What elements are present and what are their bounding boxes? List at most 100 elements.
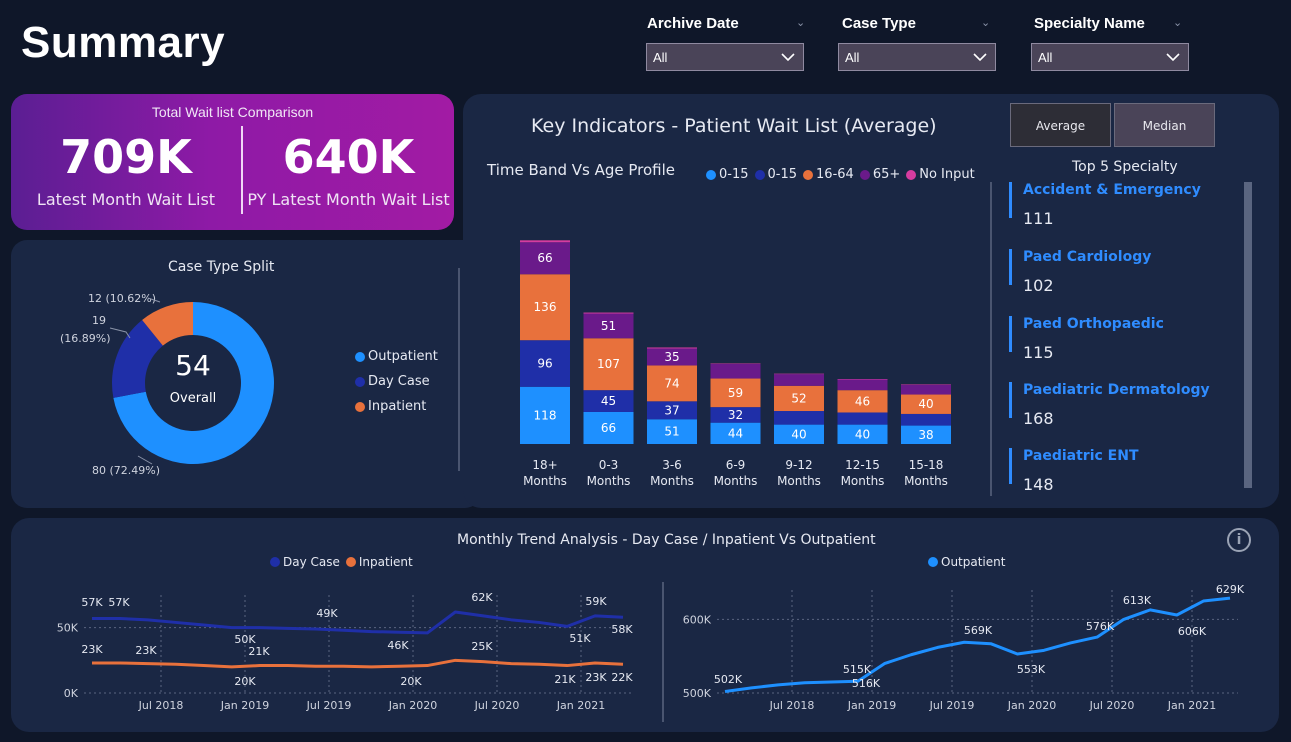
legend-dot bbox=[355, 351, 365, 362]
bar-value-label: 96 bbox=[537, 356, 552, 370]
y-tick-label: 0K bbox=[64, 687, 79, 700]
legend-dot bbox=[355, 401, 365, 412]
data-label: 57K bbox=[108, 596, 130, 609]
x-tick-label: Jul 2018 bbox=[138, 699, 184, 712]
x-tick-label: Jan 2020 bbox=[388, 699, 437, 712]
time-band-bar-chart: 118 96 136 66 18+ Months 66 45 107 51 0-3 Months 51 3… bbox=[520, 240, 951, 488]
slice-label-daycase-pct: (16.89%) bbox=[60, 332, 111, 345]
chevron-down-icon[interactable]: ⌄ bbox=[981, 16, 990, 29]
x-tick-label: 9-12 bbox=[785, 458, 812, 472]
specialty-name: Paediatric ENT bbox=[1023, 448, 1139, 464]
bar-value-label: 44 bbox=[728, 426, 743, 440]
data-label: 613K bbox=[1123, 594, 1152, 607]
data-label: 502K bbox=[714, 673, 743, 686]
data-label: 21K bbox=[554, 673, 576, 686]
series-line-day-case bbox=[92, 610, 624, 635]
bar-value-label: 66 bbox=[601, 421, 616, 435]
scrollbar-thumb[interactable] bbox=[1244, 182, 1252, 488]
time-band-title: Time Band Vs Age Profile bbox=[487, 161, 676, 179]
legend-label: Inpatient bbox=[368, 399, 427, 414]
chevron-down-icon[interactable]: ⌄ bbox=[796, 16, 805, 29]
top-specialty-title: Top 5 Specialty bbox=[1072, 159, 1178, 175]
median-button[interactable]: Median bbox=[1114, 103, 1215, 147]
leader-line bbox=[137, 455, 153, 465]
x-tick-label: Jan 2019 bbox=[847, 699, 896, 712]
data-label: 516K bbox=[852, 677, 881, 690]
chevron-down-icon bbox=[781, 53, 795, 62]
data-label: 576K bbox=[1086, 620, 1115, 633]
bar-segment bbox=[774, 411, 824, 425]
py-latest-month-value: 640K bbox=[282, 130, 415, 184]
chevron-down-icon[interactable]: ⌄ bbox=[1173, 16, 1182, 29]
x-tick-label: Jan 2019 bbox=[220, 699, 269, 712]
case-type-select[interactable]: All bbox=[838, 43, 996, 71]
filter-case-type: Case Type bbox=[842, 15, 916, 32]
specialty-accent bbox=[1009, 316, 1012, 352]
legend-dot bbox=[754, 169, 765, 180]
series-line-inpatient bbox=[92, 658, 624, 669]
bar-segment bbox=[520, 240, 570, 243]
data-label: 21K bbox=[248, 645, 270, 658]
specialty-value: 102 bbox=[1023, 276, 1054, 295]
data-label: 51K bbox=[569, 632, 591, 645]
legend-label: Outpatient bbox=[368, 349, 438, 364]
bar-segment bbox=[647, 347, 697, 349]
x-tick-label: Jul 2020 bbox=[474, 699, 520, 712]
legend-item: Day Case bbox=[270, 555, 340, 569]
x-tick-label: Months bbox=[523, 474, 567, 488]
y-tick-label: 600K bbox=[683, 613, 712, 626]
legend-dot bbox=[928, 557, 938, 567]
legend-daycase: Day Case bbox=[355, 374, 438, 389]
case-type-donut-chart: 54 Overall 80 (72.49%) 19 (16.89%) 12 (10.62%… bbox=[60, 292, 274, 477]
data-label: 23K bbox=[585, 671, 607, 684]
legend-dot bbox=[345, 557, 356, 567]
filter-label: Specialty Name bbox=[1034, 15, 1145, 32]
x-tick-label: Jan 2021 bbox=[556, 699, 605, 712]
legend-item: 0-15 bbox=[706, 167, 749, 182]
archive-date-select[interactable]: All bbox=[646, 43, 804, 71]
bar-segment bbox=[837, 412, 888, 425]
chevron-down-icon bbox=[973, 53, 987, 62]
legend-item: Outpatient bbox=[928, 555, 1005, 569]
donut-center-value: 54 bbox=[175, 349, 211, 382]
specialty-name: Accident & Emergency bbox=[1023, 182, 1201, 198]
bar-value-label: 40 bbox=[918, 397, 933, 411]
y-tick-label: 500K bbox=[683, 687, 712, 700]
data-label: 629K bbox=[1216, 583, 1245, 596]
select-value: All bbox=[1038, 50, 1053, 65]
average-button[interactable]: Average bbox=[1010, 103, 1111, 147]
data-label: 23K bbox=[81, 643, 103, 656]
legend-dot bbox=[803, 169, 814, 180]
x-tick-label: Months bbox=[587, 474, 631, 488]
x-tick-label: 3-6 bbox=[662, 458, 682, 472]
bar-value-label: 37 bbox=[664, 403, 679, 417]
bar-value-label: 59 bbox=[728, 386, 743, 400]
bar-value-label: 40 bbox=[791, 427, 806, 441]
info-icon[interactable]: i bbox=[1227, 528, 1251, 552]
time-band-legend: 0-15 0-15 16-64 65+ No Input bbox=[706, 167, 981, 182]
bar-value-label: 32 bbox=[728, 408, 743, 422]
select-value: All bbox=[653, 50, 668, 65]
x-tick-label: Months bbox=[714, 474, 758, 488]
outpatient-line-chart: 600K 500K Jul 2018 Jan 2019 Jul 2019 Jan 2020… bbox=[683, 583, 1245, 712]
data-label: 22K bbox=[611, 671, 633, 684]
case-type-title: Case Type Split bbox=[168, 259, 275, 275]
x-tick-label: 0-3 bbox=[599, 458, 619, 472]
specialty-name-select[interactable]: All bbox=[1031, 43, 1189, 71]
x-tick-label: Jul 2019 bbox=[306, 699, 352, 712]
kpi-title: Total Wait list Comparison bbox=[151, 104, 314, 120]
data-label: 25K bbox=[471, 640, 493, 653]
data-label: 20K bbox=[400, 675, 422, 688]
trend-title: Monthly Trend Analysis - Day Case / Inpa… bbox=[457, 532, 876, 548]
kpi-card: Total Wait list Comparison 709K Latest M… bbox=[11, 94, 454, 230]
legend-label: Day Case bbox=[368, 374, 430, 389]
py-latest-month-label: PY Latest Month Wait List bbox=[247, 190, 450, 209]
scrollbar-track[interactable] bbox=[1244, 182, 1252, 488]
x-tick-label: Months bbox=[650, 474, 694, 488]
x-tick-label: 12-15 bbox=[845, 458, 880, 472]
specialty-accent bbox=[1009, 448, 1012, 484]
bar-segment bbox=[583, 312, 634, 314]
vertical-divider bbox=[662, 582, 664, 722]
key-indicators-title: Key Indicators - Patient Wait List (Aver… bbox=[531, 115, 937, 137]
data-label: 20K bbox=[234, 675, 256, 688]
